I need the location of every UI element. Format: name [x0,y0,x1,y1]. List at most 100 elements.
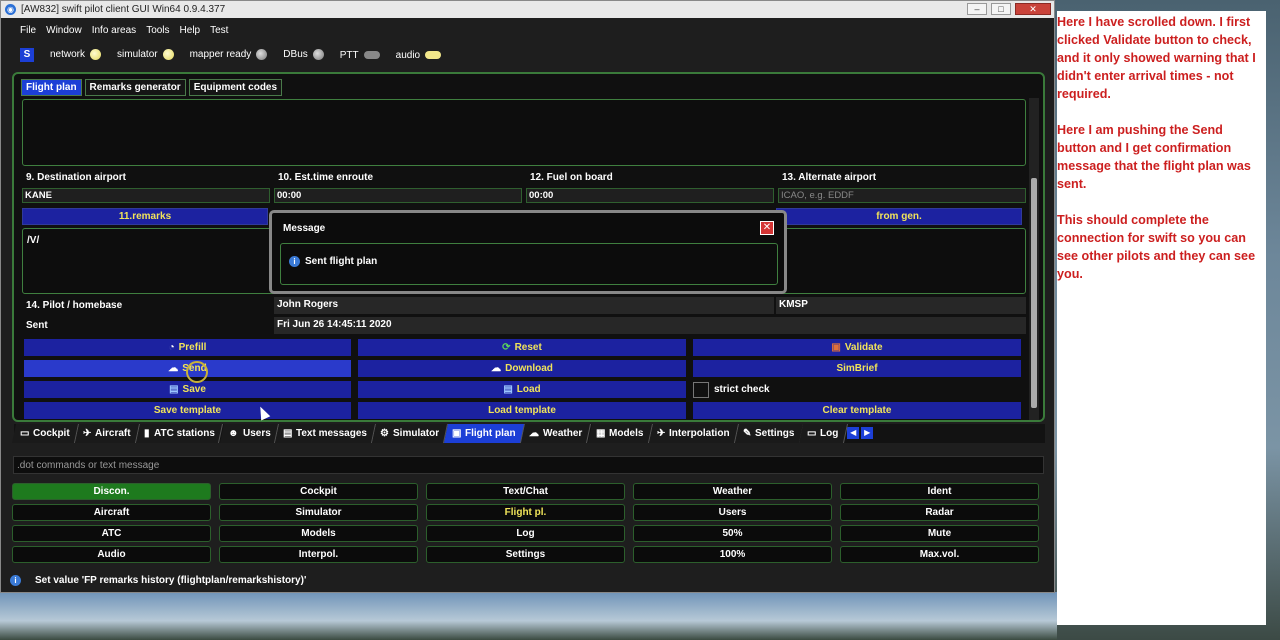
tab-log[interactable]: ▭ Log [799,424,849,443]
tab-atc-stations[interactable]: ▮ ATC stations [136,424,224,443]
nav-radar-button[interactable]: Radar [840,504,1039,521]
nav-textchat-button[interactable]: Text/Chat [426,483,625,500]
save-template-button[interactable]: Save template [24,402,351,419]
nav-flightplan-button[interactable]: Flight pl. [426,504,625,521]
max-volume-button[interactable]: Max.vol. [840,546,1039,563]
message-title: Message [283,223,326,234]
remarks-text: /V/ [27,235,40,246]
ptt-indicator: PTT [340,50,380,61]
destination-field[interactable]: KANE [22,188,270,203]
homebase-field[interactable]: KMSP [776,297,1026,314]
load-disk-icon: ▤ [503,384,513,395]
menu-info-areas[interactable]: Info areas [92,25,136,36]
tab-aircraft[interactable]: ✈ Aircraft [75,424,141,443]
destination-label: 9. Destination airport [26,172,127,183]
remarks-from-gen-button[interactable]: from gen. [776,208,1022,225]
title-bar[interactable]: ◉ [AW832] swift pilot client GUI Win64 0… [1,1,1054,18]
validate-icon: ▣ [831,342,841,353]
nav-models-button[interactable]: Models [219,525,418,542]
status-info-icon: i [10,575,21,586]
alternate-label: 13. Alternate airport [782,172,877,183]
save-button[interactable]: ▤ Save [24,381,351,398]
fuel-field[interactable]: 00:00 [526,188,774,203]
nav-aircraft-button[interactable]: Aircraft [12,504,211,521]
tab-weather[interactable]: ☁ Weather [521,424,592,443]
minimize-button[interactable]: – [967,3,987,15]
message-body: i Sent flight plan [280,243,778,285]
mute-button[interactable]: Mute [840,525,1039,542]
network-indicator: network [50,49,102,61]
remarks-selector[interactable]: 11.remarks [22,208,268,225]
volume-100-button[interactable]: 100% [633,546,832,563]
audio-indicator: audio [396,50,442,61]
menu-window[interactable]: Window [46,25,82,36]
subtab-equipment-codes[interactable]: Equipment codes [188,79,283,96]
download-button[interactable]: ☁ Download [358,360,686,377]
nav-interpolation-button[interactable]: Interpol. [219,546,418,563]
nav-users-button[interactable]: Users [633,504,832,521]
reset-icon: ⟳ [502,342,511,353]
menu-file[interactable]: File [20,25,36,36]
message-dialog: Message ✕ i Sent flight plan [269,210,787,294]
nav-settings-button[interactable]: Settings [426,546,625,563]
tab-scroll-right-icon[interactable]: ▶ [861,427,874,439]
tab-scroll-left-icon[interactable]: ◀ [847,427,860,439]
tab-simulator[interactable]: ⚙ Simulator [372,424,449,443]
route-textbox[interactable] [22,99,1026,166]
ete-field[interactable]: 00:00 [274,188,522,203]
subtab-remarks-generator[interactable]: Remarks generator [84,79,186,96]
save-disk-icon: ▤ [169,384,179,395]
pilot-name-field[interactable]: John Rogers [274,297,774,314]
tab-settings[interactable]: ✎ Settings [734,424,804,443]
pilot-homebase-label: 14. Pilot / homebase [26,300,123,311]
menu-help[interactable]: Help [180,25,201,36]
ident-button[interactable]: Ident [840,483,1039,500]
reset-button[interactable]: ⟳ Reset [358,339,686,356]
tab-text-messages[interactable]: ▤ Text messages [274,424,377,443]
clear-template-button[interactable]: Clear template [693,402,1021,419]
ptt-led-icon [363,50,380,59]
load-button[interactable]: ▤ Load [358,381,686,398]
simbrief-button[interactable]: SimBrief [693,360,1021,377]
tab-flight-plan[interactable]: ▣ Flight plan [444,424,526,443]
load-template-button[interactable]: Load template [358,402,686,419]
nav-atc-button[interactable]: ATC [12,525,211,542]
models-icon: ▦ [595,428,606,439]
strict-check-label: strict check [714,384,770,395]
click-indicator-ring [186,361,208,383]
aircraft-icon: ✈ [83,428,92,439]
command-input[interactable]: .dot commands or text message [13,456,1044,474]
tab-interpolation[interactable]: ✈ Interpolation [648,424,739,443]
volume-50-button[interactable]: 50% [633,525,832,542]
download-cloud-icon: ☁ [491,363,502,374]
weather-icon: ☁ [529,428,540,439]
flightplan-scrollbar[interactable] [1029,98,1039,420]
maximize-button[interactable]: □ [991,3,1011,15]
alternate-field[interactable]: ICAO, e.g. EDDF [778,188,1026,203]
menu-test[interactable]: Test [210,25,228,36]
tab-cockpit[interactable]: ▭ Cockpit [11,424,80,443]
flight-plan-icon: ▣ [452,428,462,439]
annotation-note: Here I have scrolled down. I first click… [1057,11,1266,625]
validate-button[interactable]: ▣ Validate [693,339,1021,356]
swift-badge[interactable]: S [20,48,34,62]
close-window-button[interactable]: ✕ [1015,3,1051,15]
disconnect-button[interactable]: Discon. [12,483,211,500]
nav-weather-button[interactable]: Weather [633,483,832,500]
tab-users[interactable]: ☻ Users [219,424,279,443]
prefill-button[interactable]: ◔ Prefill [24,339,351,356]
nav-audio-button[interactable]: Audio [12,546,211,563]
scrollbar-thumb[interactable] [1031,178,1037,408]
window-title: [AW832] swift pilot client GUI Win64 0.9… [21,4,226,15]
nav-cockpit-button[interactable]: Cockpit [219,483,418,500]
users-icon: ☻ [227,428,239,439]
message-close-icon[interactable]: ✕ [760,221,774,235]
tab-models[interactable]: ▦ Models [587,424,653,443]
strict-check-checkbox[interactable] [693,382,709,398]
nav-simulator-button[interactable]: Simulator [219,504,418,521]
swift-logo-icon: ◉ [5,4,16,15]
flightplan-subtabs: Flight plan Remarks generator Equipment … [21,79,283,96]
subtab-flight-plan[interactable]: Flight plan [21,79,82,96]
nav-log-button[interactable]: Log [426,525,625,542]
menu-tools[interactable]: Tools [146,25,169,36]
